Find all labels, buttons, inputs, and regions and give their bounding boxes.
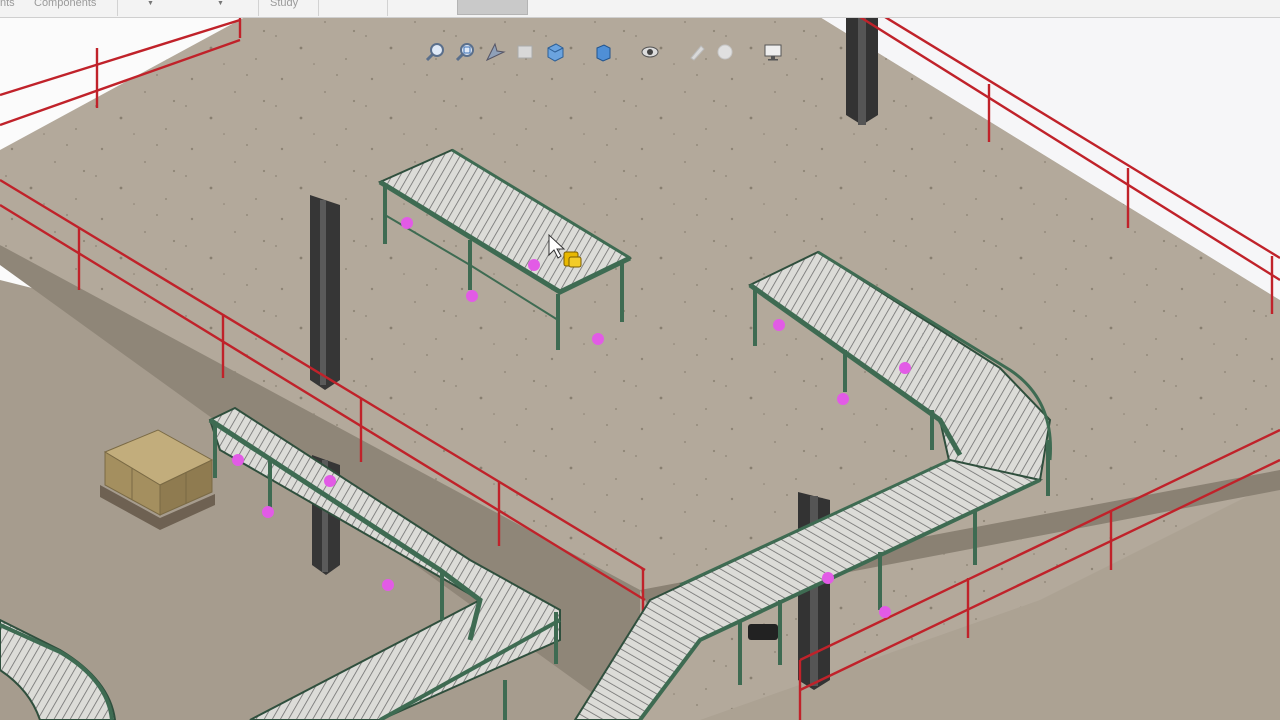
connection-point[interactable] bbox=[879, 606, 891, 618]
chevron-down-icon[interactable]: ▼ bbox=[217, 0, 224, 7]
previous-view-icon[interactable] bbox=[482, 37, 508, 67]
connection-point[interactable] bbox=[382, 579, 394, 591]
view-settings-icon[interactable] bbox=[760, 37, 786, 67]
connection-point[interactable] bbox=[466, 290, 478, 302]
toolbar-separator bbox=[387, 0, 388, 16]
drive-motor[interactable] bbox=[748, 624, 778, 640]
tab-assembly[interactable]: nts bbox=[0, 0, 15, 14]
apply-scene-icon[interactable] bbox=[712, 37, 738, 67]
command-manager-bar: nts Components ▼ ▼ Study bbox=[0, 0, 1280, 18]
zoom-to-fit-icon[interactable] bbox=[422, 37, 448, 67]
connection-point[interactable] bbox=[401, 217, 413, 229]
connection-point[interactable] bbox=[592, 333, 604, 345]
edit-appearance-icon[interactable] bbox=[684, 37, 710, 67]
tab-active[interactable] bbox=[457, 0, 528, 15]
toolbar-separator bbox=[318, 0, 319, 16]
zoom-to-area-icon[interactable] bbox=[452, 37, 478, 67]
mate-indicator-icon bbox=[563, 251, 582, 268]
connection-point[interactable] bbox=[262, 506, 274, 518]
connection-point[interactable] bbox=[899, 362, 911, 374]
conveyor-layout-scene[interactable] bbox=[0, 17, 1280, 720]
tab-motion-study[interactable]: Study bbox=[270, 0, 298, 14]
connection-point[interactable] bbox=[232, 454, 244, 466]
tab-components[interactable]: Components bbox=[34, 0, 96, 14]
section-view-icon[interactable] bbox=[512, 37, 538, 67]
chevron-down-icon[interactable]: ▼ bbox=[147, 0, 154, 7]
toolbar-separator bbox=[258, 0, 259, 16]
hide-show-items-icon[interactable] bbox=[637, 37, 663, 67]
steel-column bbox=[846, 17, 878, 125]
display-style-icon[interactable] bbox=[590, 37, 616, 67]
connection-point[interactable] bbox=[822, 572, 834, 584]
connection-point[interactable] bbox=[528, 259, 540, 271]
graphics-area[interactable] bbox=[0, 17, 1280, 720]
view-orientation-icon[interactable] bbox=[542, 37, 568, 67]
connection-point[interactable] bbox=[773, 319, 785, 331]
connection-point[interactable] bbox=[837, 393, 849, 405]
steel-column bbox=[310, 195, 340, 390]
toolbar-separator bbox=[117, 0, 118, 16]
connection-point[interactable] bbox=[324, 475, 336, 487]
